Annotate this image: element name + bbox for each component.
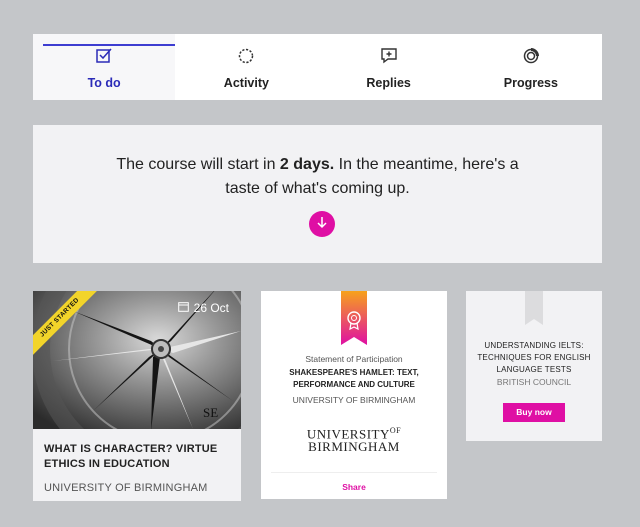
course-title: WHAT IS CHARACTER? VIRTUE ETHICS IN EDUC… (44, 443, 218, 470)
start-date: 26 Oct (177, 301, 229, 315)
tab-bar: To do Activity Replies Progress (33, 34, 602, 100)
statement-card: Statement of Participation SHAKESPEARE'S… (261, 291, 447, 499)
tab-replies[interactable]: Replies (318, 34, 460, 100)
compass-image: SE JUST STARTED 26 Oct (33, 291, 241, 429)
ielts-card: UNDERSTANDING IELTS: TECHNIQUES FOR ENGL… (466, 291, 602, 441)
reply-bubble-icon (379, 46, 399, 66)
start-date-text: 26 Oct (193, 301, 229, 315)
arrow-down-icon (315, 215, 329, 234)
tab-label: Replies (366, 76, 411, 90)
university-logo: UNIVERSITYOF BIRMINGHAM (261, 424, 447, 453)
tab-label: Activity (223, 76, 269, 90)
banner-message: The course will start in 2 days. In the … (33, 153, 602, 201)
tab-to-do[interactable]: To do (33, 34, 176, 100)
course-start-banner: The course will start in 2 days. In the … (33, 125, 602, 263)
banner-text-before: The course will start in (116, 156, 280, 173)
dotted-circle-icon (236, 46, 256, 66)
tab-label: To do (87, 76, 121, 90)
svg-text:SE: SE (203, 405, 218, 420)
checkbox-icon (94, 46, 114, 66)
calendar-icon (177, 301, 189, 315)
buy-now-button[interactable]: Buy now (503, 403, 565, 422)
progress-ring-icon (521, 46, 541, 66)
logo-sup: OF (389, 426, 402, 435)
certificate-ribbon-icon (341, 291, 367, 350)
ielts-course-title: UNDERSTANDING IELTS: TECHNIQUES FOR ENGL… (477, 341, 591, 374)
ielts-org: BRITISH COUNCIL (496, 377, 572, 387)
tab-label: Progress (503, 76, 558, 90)
course-card[interactable]: SE JUST STARTED 26 Oct WHAT IS CHARACTER… (33, 291, 241, 501)
statement-label: Statement of Participation (305, 354, 403, 364)
logo-line2: BIRMINGHAM (308, 439, 400, 455)
tab-progress[interactable]: Progress (460, 34, 602, 100)
statement-course-title: SHAKESPEARE'S HAMLET: TEXT, PERFORMANCE … (289, 368, 419, 389)
banner-highlight: 2 days. (279, 156, 335, 173)
divider (271, 472, 437, 473)
course-org: UNIVERSITY OF BIRMINGHAM (44, 482, 208, 494)
share-button[interactable]: Share (261, 482, 447, 492)
statement-org: UNIVERSITY OF BIRMINGHAM (292, 395, 416, 405)
scroll-down-button[interactable] (309, 211, 335, 237)
tab-activity[interactable]: Activity (175, 34, 317, 100)
bookmark-icon (525, 291, 543, 330)
